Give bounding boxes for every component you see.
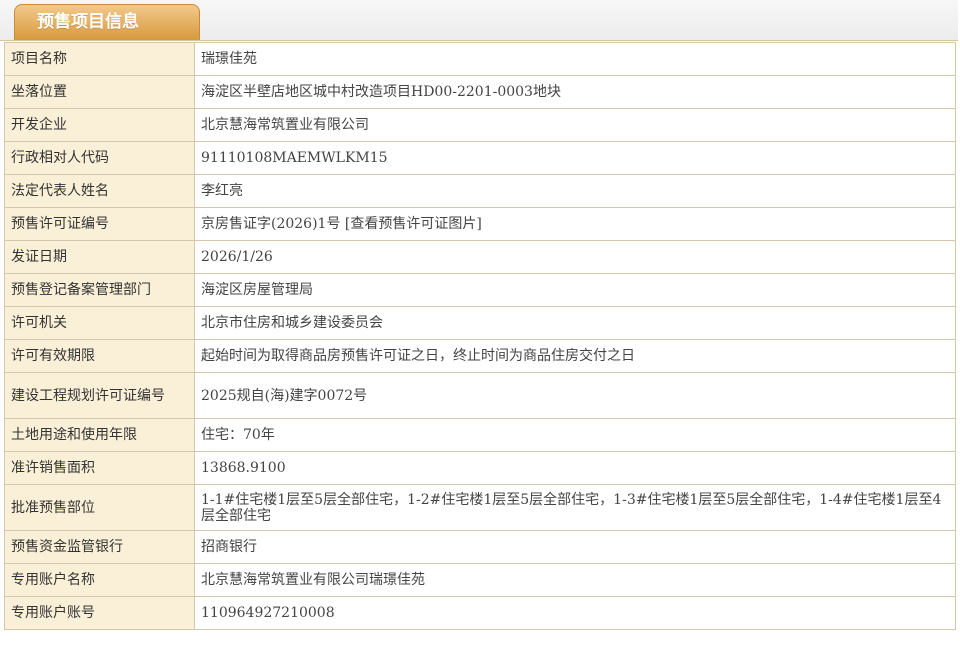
project-info-panel: 预售项目信息 项目名称 瑞璟佳苑 坐落位置 海淀区半壁店地区城中村改造项目HD0… [0, 0, 960, 646]
row-label: 开发企业 [4, 108, 195, 142]
row-value: 北京慧海常筑置业有限公司 [194, 108, 956, 142]
info-table: 项目名称 瑞璟佳苑 坐落位置 海淀区半壁店地区城中村改造项目HD00-2201-… [4, 42, 956, 630]
row-value: 招商银行 [194, 530, 956, 564]
table-row: 土地用途和使用年限 住宅：70年 [4, 418, 956, 452]
view-permit-image-link[interactable]: [查看预售许可证图片] [345, 216, 482, 232]
row-value: 海淀区房屋管理局 [194, 273, 956, 307]
row-label: 坐落位置 [4, 75, 195, 109]
row-label: 专用账户名称 [4, 563, 195, 597]
table-row: 批准预售部位 1-1#住宅楼1层至5层全部住宅，1-2#住宅楼1层至5层全部住宅… [4, 484, 956, 531]
row-value: 2025规自(海)建字0072号 [194, 372, 956, 419]
tab-project-info[interactable]: 预售项目信息 [14, 4, 200, 40]
table-row: 发证日期 2026/1/26 [4, 240, 956, 274]
row-value: 瑞璟佳苑 [194, 42, 956, 76]
row-label: 准许销售面积 [4, 451, 195, 485]
row-label: 建设工程规划许可证编号 [4, 372, 195, 419]
row-value: 住宅：70年 [194, 418, 956, 452]
table-row: 法定代表人姓名 李红亮 [4, 174, 956, 208]
table-row: 许可机关 北京市住房和城乡建设委员会 [4, 306, 956, 340]
row-label: 土地用途和使用年限 [4, 418, 195, 452]
row-value: 91110108MAEMWLKM15 [194, 141, 956, 175]
row-value: 13868.9100 [194, 451, 956, 485]
table-row: 预售登记备案管理部门 海淀区房屋管理局 [4, 273, 956, 307]
row-value: 李红亮 [194, 174, 956, 208]
table-row: 项目名称 瑞璟佳苑 [4, 42, 956, 76]
row-label: 预售许可证编号 [4, 207, 195, 241]
table-row: 行政相对人代码 91110108MAEMWLKM15 [4, 141, 956, 175]
row-label: 许可机关 [4, 306, 195, 340]
table-row: 开发企业 北京慧海常筑置业有限公司 [4, 108, 956, 142]
row-label: 发证日期 [4, 240, 195, 274]
row-value: 2026/1/26 [194, 240, 956, 274]
row-value: 1-1#住宅楼1层至5层全部住宅，1-2#住宅楼1层至5层全部住宅，1-3#住宅… [194, 484, 956, 531]
table-row: 建设工程规划许可证编号 2025规自(海)建字0072号 [4, 372, 956, 419]
row-label: 法定代表人姓名 [4, 174, 195, 208]
row-value: 110964927210008 [194, 596, 956, 630]
table-row: 专用账户账号 110964927210008 [4, 596, 956, 630]
row-label: 预售登记备案管理部门 [4, 273, 195, 307]
permit-number: 京房售证字(2026)1号 [201, 216, 341, 232]
row-label: 行政相对人代码 [4, 141, 195, 175]
tab-bar: 预售项目信息 [0, 0, 958, 41]
table-row: 预售资金监管银行 招商银行 [4, 530, 956, 564]
row-label: 专用账户账号 [4, 596, 195, 630]
row-label: 批准预售部位 [4, 484, 195, 531]
row-value: 起始时间为取得商品房预售许可证之日，终止时间为商品住房交付之日 [194, 339, 956, 373]
table-row: 坐落位置 海淀区半壁店地区城中村改造项目HD00-2201-0003地块 [4, 75, 956, 109]
row-label: 预售资金监管银行 [4, 530, 195, 564]
row-label: 许可有效期限 [4, 339, 195, 373]
table-row: 许可有效期限 起始时间为取得商品房预售许可证之日，终止时间为商品住房交付之日 [4, 339, 956, 373]
row-value: 海淀区半壁店地区城中村改造项目HD00-2201-0003地块 [194, 75, 956, 109]
row-value: 京房售证字(2026)1号 [查看预售许可证图片] [194, 207, 956, 241]
row-label: 项目名称 [4, 42, 195, 76]
row-value: 北京市住房和城乡建设委员会 [194, 306, 956, 340]
table-row: 准许销售面积 13868.9100 [4, 451, 956, 485]
table-row: 预售许可证编号 京房售证字(2026)1号 [查看预售许可证图片] [4, 207, 956, 241]
row-value: 北京慧海常筑置业有限公司瑞璟佳苑 [194, 563, 956, 597]
table-row: 专用账户名称 北京慧海常筑置业有限公司瑞璟佳苑 [4, 563, 956, 597]
